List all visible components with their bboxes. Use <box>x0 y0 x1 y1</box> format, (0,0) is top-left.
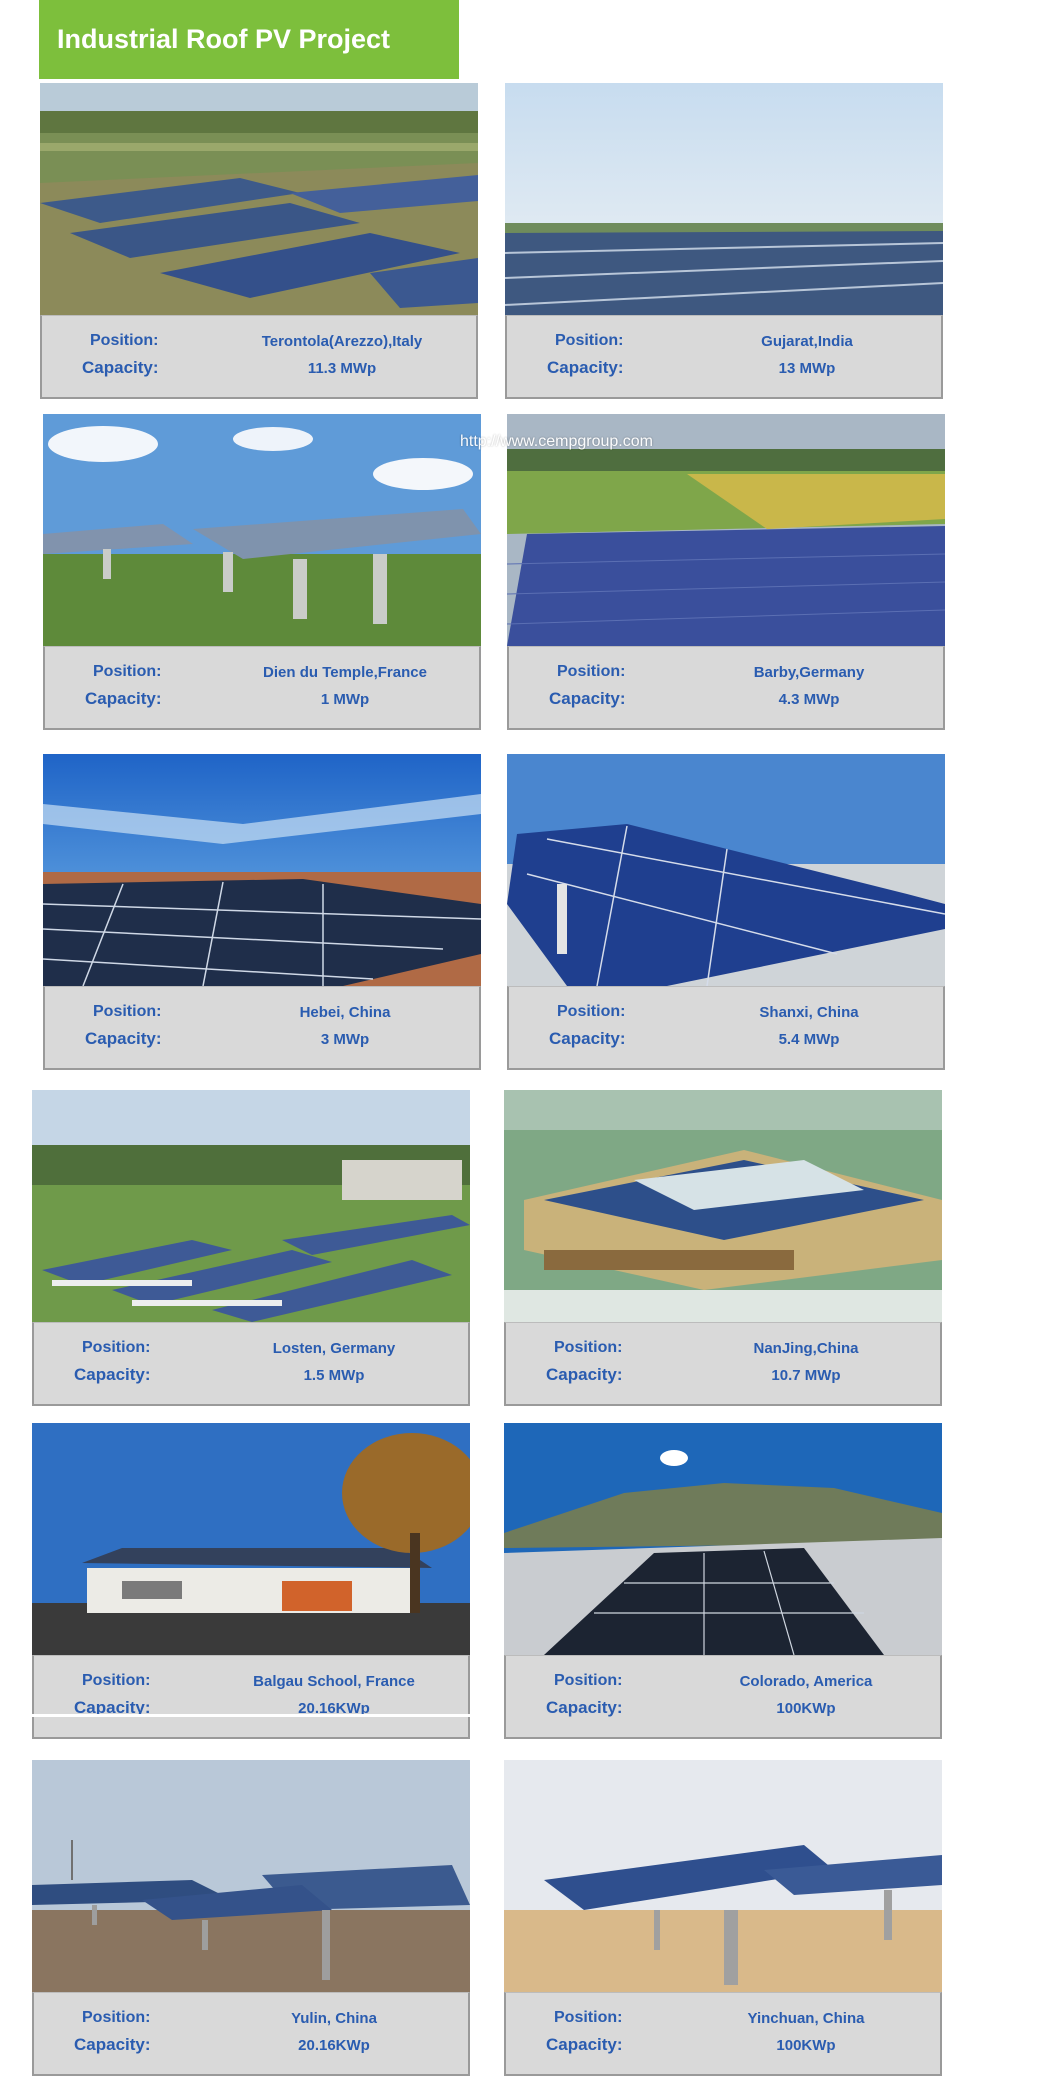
project-card: Position: Capacity: Shanxi, China 5.4 MW… <box>507 754 945 1070</box>
capacity-value: 100KWp <box>776 1700 836 1717</box>
position-label: Position: <box>557 663 626 680</box>
project-photo <box>507 754 945 986</box>
project-card: Position: Capacity: Colorado, America 10… <box>504 1423 942 1739</box>
capacity-value: 1 MWp <box>320 691 370 708</box>
position-label: Position: <box>554 2009 623 2026</box>
project-info-panel: Position: Capacity: NanJing,China 10.7 M… <box>504 1322 942 1406</box>
page-title-banner: Industrial Roof PV Project <box>39 0 459 79</box>
position-label: Position: <box>554 1339 623 1356</box>
project-info-panel: Position: Capacity: Hebei, China 3 MWp <box>43 986 481 1070</box>
position-value: Losten, Germany <box>272 1340 396 1357</box>
position-label: Position: <box>82 1339 151 1356</box>
project-card: Position: Capacity: Losten, Germany 1.5 … <box>32 1090 470 1406</box>
position-value: Dien du Temple,France <box>263 664 427 681</box>
position-label: Position: <box>90 332 159 349</box>
position-label: Position: <box>82 1672 151 1689</box>
capacity-label: Capacity: <box>74 2035 151 2054</box>
project-card: Position: Capacity: Yinchuan, China 100K… <box>504 1760 942 2076</box>
project-info-panel: Position: Capacity: Colorado, America 10… <box>504 1655 942 1739</box>
project-info-panel: Position: Capacity: Gujarat,India 13 MWp <box>505 315 943 399</box>
position-value: Yinchuan, China <box>747 2010 865 2027</box>
project-info-panel: Position: Capacity: Yinchuan, China 100K… <box>504 1992 942 2076</box>
project-photo <box>32 1090 470 1322</box>
project-info-panel: Position: Capacity: Losten, Germany 1.5 … <box>32 1322 470 1406</box>
project-card: Position: Capacity: Barby,Germany 4.3 MW… <box>507 414 945 730</box>
capacity-label: Capacity: <box>546 2035 623 2054</box>
capacity-label: Capacity: <box>549 1029 626 1048</box>
project-photo <box>504 1090 942 1322</box>
project-card: Position: Capacity: Gujarat,India 13 MWp <box>505 83 943 399</box>
project-photo <box>32 1760 470 1992</box>
project-info-panel: Position: Capacity: Terontola(Arezzo),It… <box>40 315 478 399</box>
position-value: Balgau School, France <box>253 1673 415 1690</box>
project-photo <box>504 1423 942 1655</box>
capacity-label: Capacity: <box>546 1365 623 1384</box>
position-label: Position: <box>93 663 162 680</box>
position-label: Position: <box>555 332 624 349</box>
capacity-label: Capacity: <box>85 1029 162 1048</box>
project-card: Position: Capacity: Yulin, China 20.16KW… <box>32 1760 470 2076</box>
page-title: Industrial Roof PV Project <box>57 24 391 54</box>
project-card: Position: Capacity: Balgau School, Franc… <box>32 1423 470 1739</box>
position-value: Colorado, America <box>739 1673 873 1690</box>
capacity-label: Capacity: <box>546 1698 623 1717</box>
project-card: Position: Capacity: NanJing,China 10.7 M… <box>504 1090 942 1406</box>
position-label: Position: <box>93 1003 162 1020</box>
capacity-value: 10.7 MWp <box>771 1367 841 1384</box>
project-photo <box>43 414 481 646</box>
capacity-value: 4.3 MWp <box>778 691 840 708</box>
project-card: Position: Capacity: Hebei, China 3 MWp <box>43 754 481 1070</box>
position-value: Hebei, China <box>299 1004 391 1021</box>
capacity-value: 5.4 MWp <box>778 1031 840 1048</box>
capacity-value: 20.16KWp <box>298 2037 370 2054</box>
position-value: Terontola(Arezzo),Italy <box>261 333 423 350</box>
position-value: Shanxi, China <box>759 1004 859 1021</box>
capacity-label: Capacity: <box>82 358 159 377</box>
capacity-label: Capacity: <box>74 1365 151 1384</box>
project-card: Position: Capacity: Terontola(Arezzo),It… <box>40 83 478 399</box>
project-info-panel: Position: Capacity: Yulin, China 20.16KW… <box>32 1992 470 2076</box>
divider <box>32 1714 470 1717</box>
capacity-value: 3 MWp <box>320 1031 370 1048</box>
position-value: Barby,Germany <box>753 664 865 681</box>
capacity-label: Capacity: <box>549 689 626 708</box>
project-photo <box>43 754 481 986</box>
position-value: NanJing,China <box>753 1340 859 1357</box>
project-photo <box>504 1760 942 1992</box>
capacity-value: 13 MWp <box>778 360 836 377</box>
project-photo <box>32 1423 470 1655</box>
position-label: Position: <box>554 1672 623 1689</box>
project-info-panel: Position: Capacity: Dien du Temple,Franc… <box>43 646 481 730</box>
capacity-value: 11.3 MWp <box>307 360 377 377</box>
position-label: Position: <box>557 1003 626 1020</box>
capacity-label: Capacity: <box>547 358 624 377</box>
project-photo <box>505 83 943 315</box>
project-info-panel: Position: Capacity: Balgau School, Franc… <box>32 1655 470 1739</box>
capacity-value: 1.5 MWp <box>303 1367 365 1384</box>
position-value: Yulin, China <box>291 2010 377 2027</box>
project-photo <box>40 83 478 315</box>
project-info-panel: Position: Capacity: Shanxi, China 5.4 MW… <box>507 986 945 1070</box>
capacity-value: 100KWp <box>776 2037 836 2054</box>
position-label: Position: <box>82 2009 151 2026</box>
position-value: Gujarat,India <box>761 333 853 350</box>
project-info-panel: Position: Capacity: Barby,Germany 4.3 MW… <box>507 646 945 730</box>
capacity-label: Capacity: <box>85 689 162 708</box>
watermark-url: http://www.cempgroup.com <box>460 433 653 450</box>
project-card: Position: Capacity: Dien du Temple,Franc… <box>43 414 481 730</box>
